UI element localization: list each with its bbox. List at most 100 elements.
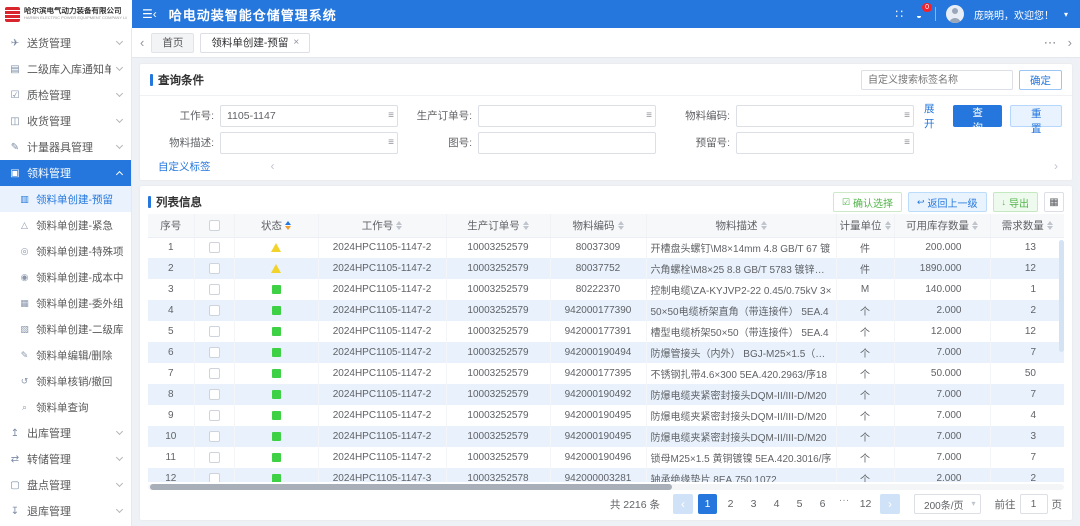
horizontal-scrollbar-thumb[interactable] [150, 484, 672, 490]
sort-icon[interactable] [396, 221, 402, 230]
production-order-input[interactable] [478, 105, 656, 127]
row-checkbox[interactable] [209, 452, 220, 463]
page-number[interactable]: 4 [767, 494, 786, 514]
table-row[interactable]: 12 2024HPC1105-1147-3 10003252578 942000… [148, 468, 1064, 482]
goto-page-input[interactable] [1020, 494, 1048, 514]
sidebar-subitem[interactable]: ↺ 领料单核销/撤回 [0, 368, 131, 394]
prev-page-button[interactable]: ‹ [673, 494, 693, 514]
table-row[interactable]: 8 2024HPC1105-1147-2 10003252579 9420001… [148, 384, 1064, 405]
table-row[interactable]: 9 2024HPC1105-1147-2 10003252579 9420001… [148, 405, 1064, 426]
user-greeting[interactable]: 庞晓明，欢迎您！ [974, 7, 1054, 22]
tags-scroll-left-icon[interactable]: ‹ [271, 159, 275, 173]
custom-tag-link[interactable]: 自定义标签 [158, 159, 211, 174]
sort-icon[interactable] [523, 221, 529, 230]
table-row[interactable]: 11 2024HPC1105-1147-2 10003252579 942000… [148, 447, 1064, 468]
material-code-input[interactable] [736, 105, 914, 127]
sidebar-item[interactable]: ✎ 计量器具管理 [0, 134, 131, 160]
search-button[interactable]: 查 询 [953, 105, 1003, 127]
close-icon[interactable]: × [293, 38, 299, 48]
row-checkbox[interactable] [209, 305, 220, 316]
page-number[interactable]: 6 [813, 494, 832, 514]
row-checkbox[interactable] [209, 473, 220, 482]
reserve-no-input[interactable] [736, 132, 914, 154]
column-header[interactable]: 工作号 [318, 214, 446, 237]
column-header[interactable]: 物料描述 [646, 214, 836, 237]
table-row[interactable]: 4 2024HPC1105-1147-2 10003252579 9420001… [148, 300, 1064, 321]
sidebar-subitem[interactable]: ⌕ 领料单查询 [0, 394, 131, 420]
page-number[interactable]: 2 [721, 494, 740, 514]
filter-icon[interactable]: ≡ [388, 109, 394, 122]
drawing-no-input[interactable] [478, 132, 656, 154]
column-header[interactable]: 计量单位 [836, 214, 894, 237]
page-number[interactable]: 12 [856, 494, 875, 514]
sidebar-subitem[interactable]: ◉ 领料单创建-成本中心 [0, 264, 131, 290]
tag-confirm-button[interactable]: 确定 [1019, 70, 1062, 90]
sidebar-item[interactable]: ▣ 领料管理 [0, 160, 131, 186]
sidebar-item[interactable]: ⇄ 转储管理 [0, 446, 131, 472]
sidebar-subitem[interactable]: ▧ 领料单创建-二级库 [0, 316, 131, 342]
fullscreen-icon[interactable]: ∷ [895, 7, 903, 21]
column-settings-button[interactable]: ▦ [1044, 192, 1064, 212]
expand-link[interactable]: 展开 [924, 101, 945, 131]
page-number[interactable]: 3 [744, 494, 763, 514]
tab[interactable]: 领料单创建-预留 × [200, 33, 310, 53]
sidebar-item[interactable]: ▢ 盘点管理 [0, 472, 131, 498]
table-row[interactable]: 6 2024HPC1105-1147-2 10003252579 9420001… [148, 342, 1064, 363]
sort-icon[interactable] [885, 221, 891, 230]
filter-icon[interactable]: ≡ [904, 136, 910, 149]
filter-icon[interactable]: ≡ [646, 109, 652, 122]
column-header[interactable]: 生产订单号 [446, 214, 550, 237]
table-row[interactable]: 2 2024HPC1105-1147-2 10003252579 8003775… [148, 258, 1064, 279]
sort-icon[interactable] [972, 221, 978, 230]
sidebar-subitem[interactable]: ◎ 领料单创建-特殊项目 [0, 238, 131, 264]
row-checkbox[interactable] [209, 347, 220, 358]
filter-icon[interactable]: ≡ [904, 109, 910, 122]
sidebar-item[interactable]: ▤ 二级库入库通知单 [0, 56, 131, 82]
back-button[interactable]: ↩ 返回上一级 [908, 192, 987, 212]
row-checkbox[interactable] [209, 410, 220, 421]
table-row[interactable]: 3 2024HPC1105-1147-2 10003252579 8022237… [148, 279, 1064, 300]
sidebar-item[interactable]: ✈ 送货管理 [0, 30, 131, 56]
tabs-more-icon[interactable]: ⋯ [1040, 35, 1061, 51]
column-header[interactable]: 可用库存数量 [894, 214, 990, 237]
sidebar-item[interactable]: ☑ 质检管理 [0, 82, 131, 108]
column-header[interactable]: 物料编码 [550, 214, 646, 237]
tab[interactable]: 首页 [151, 33, 194, 53]
work-no-input[interactable] [220, 105, 398, 127]
row-checkbox[interactable] [209, 326, 220, 337]
sidebar-item[interactable]: ↥ 出库管理 [0, 420, 131, 446]
vertical-scrollbar[interactable] [1059, 240, 1064, 352]
page-size-select[interactable]: 200条/页 ▾ [914, 494, 980, 514]
custom-tag-name-input[interactable] [861, 70, 1013, 90]
row-checkbox[interactable] [209, 368, 220, 379]
tabs-scroll-left-icon[interactable]: ‹ [140, 36, 144, 49]
page-number[interactable]: 5 [790, 494, 809, 514]
row-checkbox[interactable] [209, 242, 220, 253]
sort-icon[interactable] [1047, 221, 1053, 230]
row-checkbox[interactable] [209, 389, 220, 400]
sidebar-item[interactable]: ◫ 收货管理 [0, 108, 131, 134]
sort-icon[interactable] [761, 221, 767, 230]
collapse-sidebar-icon[interactable]: ☰‹ [142, 7, 157, 21]
sidebar-subitem[interactable]: ▥ 领料单创建-预留 [0, 186, 131, 212]
row-checkbox[interactable] [209, 263, 220, 274]
sidebar-subitem[interactable]: △ 领料单创建-紧急 [0, 212, 131, 238]
table-row[interactable]: 7 2024HPC1105-1147-2 10003252579 9420001… [148, 363, 1064, 384]
filter-icon[interactable]: ≡ [388, 136, 394, 149]
table-row[interactable]: 10 2024HPC1105-1147-2 10003252579 942000… [148, 426, 1064, 447]
sidebar-item[interactable]: ↧ 退库管理 [0, 498, 131, 524]
more-pages-icon[interactable]: ··· [836, 494, 852, 514]
confirm-select-button[interactable]: ☑ 确认选择 [833, 192, 902, 212]
sidebar-subitem[interactable]: ✎ 领料单编辑/删除 [0, 342, 131, 368]
chevron-down-icon[interactable]: ▾ [1064, 10, 1068, 19]
avatar[interactable] [946, 5, 964, 23]
row-checkbox[interactable] [209, 284, 220, 295]
sort-icon[interactable] [618, 221, 624, 230]
column-header[interactable]: 状态 [234, 214, 318, 237]
export-button[interactable]: ↓ 导出 [993, 192, 1039, 212]
sidebar-subitem[interactable]: ▦ 领料单创建-委外组件 [0, 290, 131, 316]
page-number[interactable]: 1 [698, 494, 717, 514]
column-header[interactable]: 需求数量 [990, 214, 1064, 237]
table-row[interactable]: 1 2024HPC1105-1147-2 10003252579 8003730… [148, 237, 1064, 258]
tabs-scroll-right-icon[interactable]: › [1068, 36, 1072, 49]
